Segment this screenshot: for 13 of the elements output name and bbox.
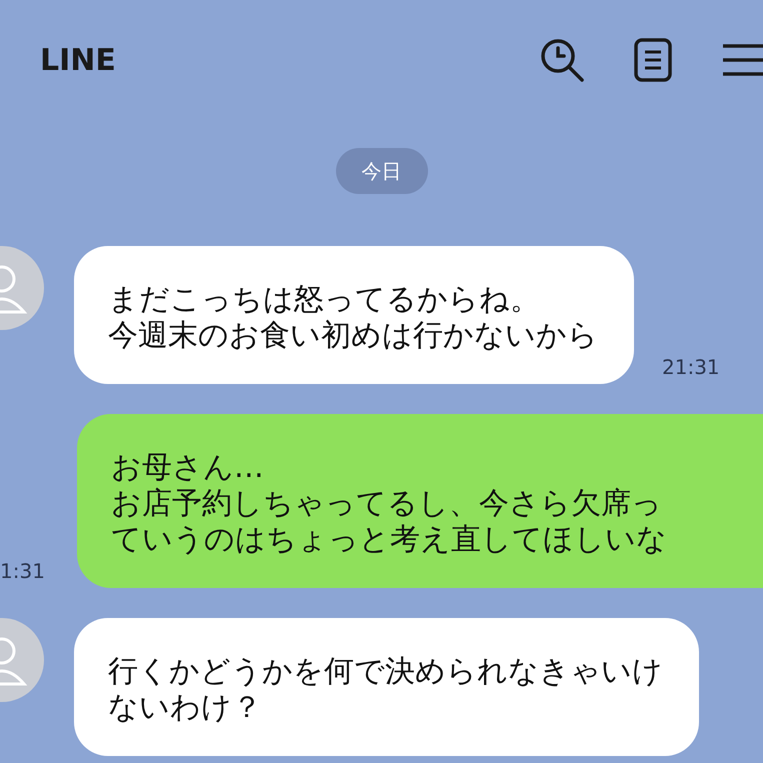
date-label: 今日 [336, 148, 428, 194]
message-line: ないわけ？ [108, 690, 263, 726]
message-line: お母さん… [110, 450, 264, 486]
message-time: 1:31 [0, 558, 45, 585]
message-time: 21:31 [662, 354, 720, 381]
message-line: 今週末のお食い初めは行かないから [108, 318, 598, 354]
message-line: 行くかどうかを何で決められなきゃいけ [108, 654, 663, 690]
search-icon[interactable] [539, 37, 585, 83]
message-line: ていうのはちょっと考え直してほしいな [110, 522, 667, 558]
message-line: お店予約しちゃってるし、今さら欠席っ [110, 486, 662, 522]
note-icon[interactable] [633, 37, 673, 83]
app-title: LINE [40, 42, 117, 80]
message-line: まだこっちは怒ってるからね。 [108, 282, 541, 318]
